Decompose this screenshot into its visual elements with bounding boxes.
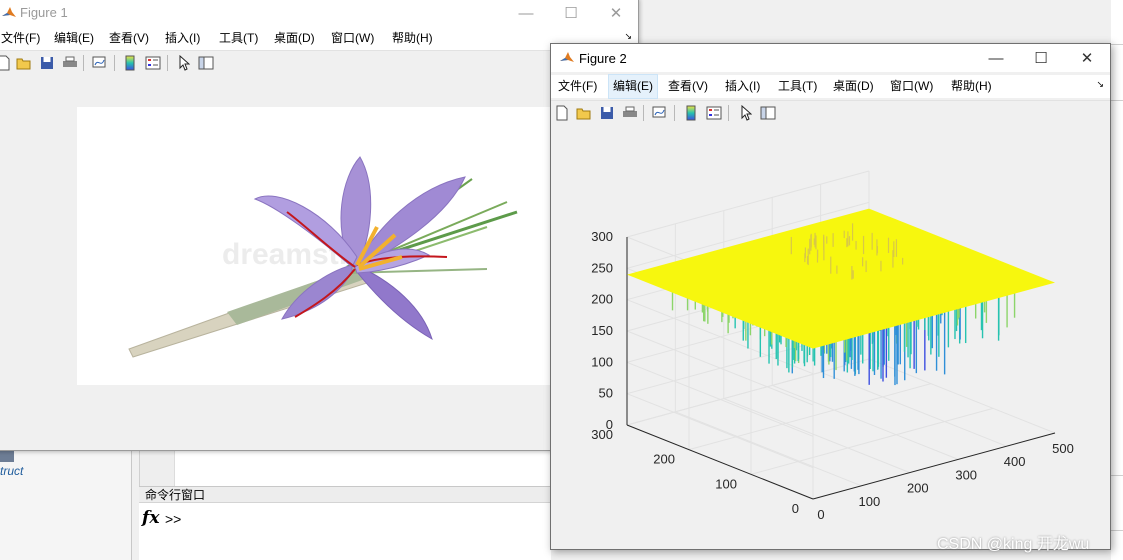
gridline-x xyxy=(820,371,1007,447)
menu-tools[interactable]: 工具(T) xyxy=(215,27,262,50)
z-tick-label: 250 xyxy=(591,260,613,275)
edit-plot-arrow-icon[interactable] xyxy=(175,54,193,72)
insert-colorbar-icon[interactable] xyxy=(121,54,139,72)
y-tick-label: 0 xyxy=(792,501,799,516)
z-tick-label: 200 xyxy=(591,292,613,307)
saffron-flower-image: dreamstime xyxy=(77,107,551,385)
close-button[interactable]: ✕ xyxy=(593,0,639,27)
minimize-button[interactable]: — xyxy=(503,0,549,27)
x-tick-label: 500 xyxy=(1052,441,1074,456)
menu-file[interactable]: 文件(F) xyxy=(554,75,601,98)
figure2-canvas: 0 50 100 150 200 250 300 0 100 200 300 400 500 0 100 20… xyxy=(551,125,1110,549)
right-panel-edge xyxy=(1111,0,1123,560)
figure2-titlebar[interactable]: Figure 2 — ☐ ✕ xyxy=(551,44,1110,72)
matlab-icon xyxy=(560,52,574,62)
surface-top-plane xyxy=(627,208,1055,349)
dock-arrow-icon[interactable]: ↘ xyxy=(624,31,632,42)
matlab-icon xyxy=(2,7,16,17)
gridline-x xyxy=(723,398,910,474)
menu-desktop[interactable]: 桌面(D) xyxy=(829,75,878,98)
menu-help[interactable]: 帮助(H) xyxy=(388,27,437,50)
menu-help[interactable]: 帮助(H) xyxy=(947,75,996,98)
menu-insert[interactable]: 插入(I) xyxy=(161,27,204,50)
figure1-window[interactable]: Figure 1 — ☐ ✕ 文件(F) 编辑(E) 查看(V) 插入(I) 工… xyxy=(0,0,639,451)
save-icon[interactable] xyxy=(598,104,616,122)
menu-view[interactable]: 查看(V) xyxy=(664,75,712,98)
workspace-struct-label: truct xyxy=(0,464,24,478)
open-file-icon[interactable] xyxy=(15,54,33,72)
figure2-window[interactable]: Figure 2 — ☐ ✕ 文件(F) 编辑(E) 查看(V) 插入(I) 工… xyxy=(550,43,1111,550)
x-tick-label: 100 xyxy=(859,494,881,509)
x-tick-label: 200 xyxy=(907,481,929,496)
dock-arrow-icon[interactable]: ↘ xyxy=(1096,79,1104,90)
gridline-x xyxy=(675,411,862,487)
menu-edit[interactable]: 编辑(E) xyxy=(50,27,98,50)
save-icon[interactable] xyxy=(38,54,56,72)
editor-gutter xyxy=(140,450,175,486)
property-inspector-icon[interactable] xyxy=(197,54,215,72)
menu-file[interactable]: 文件(F) xyxy=(0,27,44,50)
csdn-watermark: CSDN @king 开龙wu xyxy=(937,536,1090,553)
x-tick-label: 0 xyxy=(817,507,824,522)
insert-colorbar-icon[interactable] xyxy=(682,104,700,122)
z-tick-label: 300 xyxy=(591,229,613,244)
figure1-canvas: dreamstime xyxy=(0,75,638,450)
figure1-toolbar xyxy=(0,50,638,76)
z-tick-label: 100 xyxy=(591,354,613,369)
y-tick-label: 200 xyxy=(653,452,675,467)
menu-insert[interactable]: 插入(I) xyxy=(721,75,764,98)
figure2-title: Figure 2 xyxy=(579,51,627,66)
surface-plot[interactable]: 0501001502002503000100200300400500010020… xyxy=(551,125,1110,549)
figure1-titlebar[interactable]: Figure 1 — ☐ ✕ xyxy=(0,0,638,27)
new-figure-icon[interactable] xyxy=(553,104,571,122)
command-prompt: >> xyxy=(165,511,182,527)
surface-top xyxy=(627,208,1055,349)
menu-edit[interactable]: 编辑(E) xyxy=(608,74,658,99)
menu-view[interactable]: 查看(V) xyxy=(105,27,153,50)
minimize-button[interactable]: — xyxy=(973,44,1019,72)
y-tick-label: 300 xyxy=(591,427,613,442)
insert-legend-icon[interactable] xyxy=(144,54,162,72)
command-window[interactable] xyxy=(139,503,551,560)
z-tick-label: 50 xyxy=(599,386,613,401)
link-plot-icon[interactable] xyxy=(651,104,669,122)
maximize-button[interactable]: ☐ xyxy=(548,0,594,27)
link-plot-icon[interactable] xyxy=(91,54,109,72)
z-tick-label: 150 xyxy=(591,323,613,338)
editor-area[interactable] xyxy=(139,450,552,486)
gridline-y xyxy=(688,383,932,451)
menu-window[interactable]: 窗口(W) xyxy=(886,75,937,98)
struct-icon xyxy=(0,451,14,462)
maximize-button[interactable]: ☐ xyxy=(1018,44,1064,72)
open-file-icon[interactable] xyxy=(575,104,593,122)
x-tick-label: 400 xyxy=(1004,454,1026,469)
figure2-toolbar xyxy=(551,100,1110,126)
menu-window[interactable]: 窗口(W) xyxy=(327,27,378,50)
gridline-y xyxy=(626,358,870,426)
y-tick-label: 100 xyxy=(715,476,737,491)
insert-legend-icon[interactable] xyxy=(705,104,723,122)
figure2-menubar: 文件(F) 编辑(E) 查看(V) 插入(I) 工具(T) 桌面(D) 窗口(W… xyxy=(551,74,1110,99)
menu-desktop[interactable]: 桌面(D) xyxy=(270,27,319,50)
gridline-y xyxy=(750,407,994,475)
gridline-x xyxy=(772,384,959,460)
fx-icon[interactable]: fx xyxy=(142,508,159,528)
gridline-z xyxy=(626,330,814,406)
print-icon[interactable] xyxy=(61,54,79,72)
menu-tools[interactable]: 工具(T) xyxy=(774,75,821,98)
x-tick-label: 300 xyxy=(955,467,977,482)
property-inspector-icon[interactable] xyxy=(759,104,777,122)
figure1-title: Figure 1 xyxy=(20,5,68,20)
new-figure-icon[interactable] xyxy=(0,54,13,72)
edit-plot-arrow-icon[interactable] xyxy=(737,104,755,122)
print-icon[interactable] xyxy=(621,104,639,122)
command-window-title: 命令行窗口 xyxy=(139,486,551,503)
figure1-menubar: 文件(F) 编辑(E) 查看(V) 插入(I) 工具(T) 桌面(D) 窗口(W… xyxy=(0,27,638,50)
close-button[interactable]: ✕ xyxy=(1064,44,1110,72)
